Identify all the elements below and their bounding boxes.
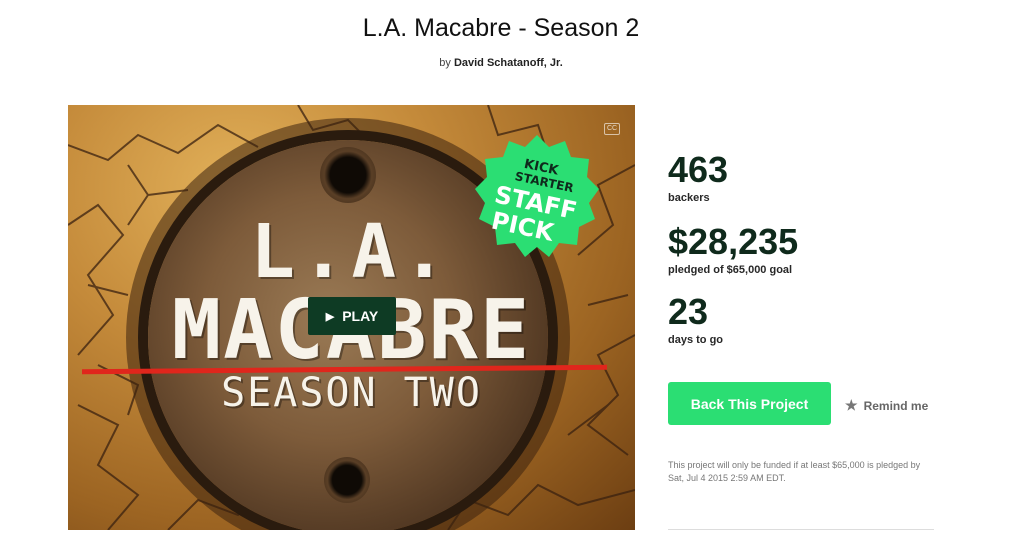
closed-captions-icon[interactable]: CC [604, 123, 620, 135]
backers-stat: 463 backers [668, 149, 729, 205]
funding-note: This project will only be funded if at l… [668, 460, 921, 483]
byline-prefix: by [439, 57, 451, 69]
play-label: PLAY [342, 308, 379, 324]
pledged-label: pledged of $65,000 goal [668, 264, 793, 276]
back-project-button[interactable]: Back This Project [668, 382, 831, 425]
staff-pick-badge: KICK STARTER STAFF PICK [475, 135, 599, 257]
pledged-stat: $28,235 pledged of $65,000 goal [668, 221, 799, 277]
video-title-line3: SEASON TWO [221, 370, 482, 416]
project-video[interactable]: L.A. MACABRE SEASON TWO ▶ PLAY KICK STAR… [68, 105, 635, 530]
pledged-amount: $28,235 [668, 221, 799, 262]
play-icon: ▶ [325, 310, 335, 323]
backers-count: 463 [668, 149, 729, 190]
bolt-bottom [324, 457, 370, 503]
remind-me-button[interactable]: ★ Remind me [845, 397, 928, 414]
project-page: L.A. Macabre - Season 2 by David Schatan… [0, 0, 1024, 545]
bolt-top [320, 147, 376, 203]
divider [668, 529, 934, 530]
project-title: L.A. Macabre - Season 2 [362, 14, 640, 42]
play-button[interactable]: ▶ PLAY [308, 297, 396, 335]
days-stat: 23 days to go [668, 291, 724, 347]
days-label: days to go [668, 334, 724, 346]
days-count: 23 [668, 291, 709, 332]
remind-label: Remind me [863, 398, 929, 413]
backers-label: backers [668, 192, 710, 204]
byline: by David Schatanoff, Jr. [0, 57, 1002, 69]
creator-link[interactable]: David Schatanoff, Jr. [454, 57, 563, 69]
star-icon: ★ [845, 397, 858, 413]
